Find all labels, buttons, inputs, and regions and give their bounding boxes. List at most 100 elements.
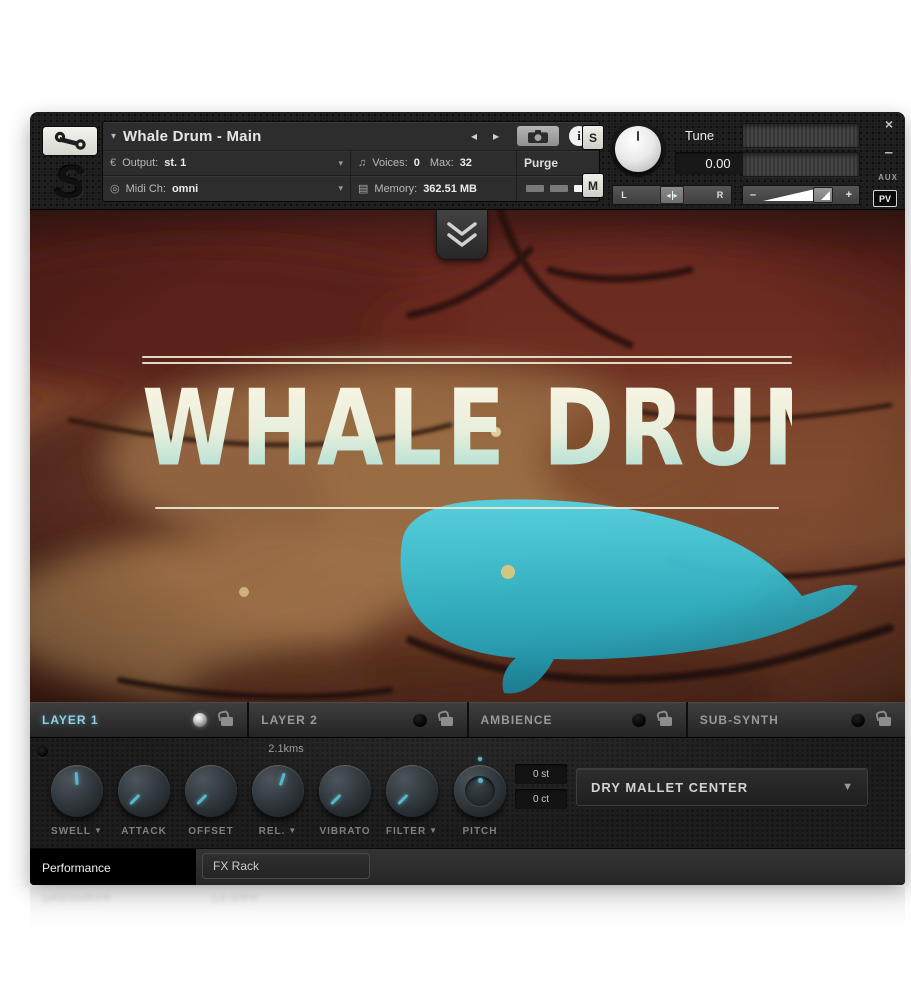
wrench-icon	[53, 131, 87, 151]
performance-controls-panel: 2.1kms	[30, 737, 905, 848]
midi-channel-select[interactable]: ◎ Midi Ch: omni ▾	[103, 176, 351, 201]
title-rule-bottom	[155, 507, 779, 509]
output-select[interactable]: € Output: st. 1 ▾	[103, 151, 351, 175]
tab-ambience[interactable]: AMBIENCE	[469, 702, 686, 737]
midi-caret-icon[interactable]: ▾	[338, 183, 343, 194]
solo-button[interactable]: S	[582, 125, 604, 150]
tab-sub-synth-led[interactable]	[851, 713, 865, 727]
volume-slider[interactable]: – +	[742, 185, 860, 205]
midi-icon: ◎	[110, 182, 120, 195]
kontakt-instrument-window: S ▾ Whale Drum - Main ◂ ▸ i	[30, 112, 905, 885]
artwork-title: WHALE DRUM	[142, 372, 792, 487]
pan-right-label: R	[709, 190, 731, 200]
filter-arrow-icon[interactable]: ▼	[429, 826, 438, 837]
tab-ambience-lock-icon[interactable]	[660, 717, 672, 726]
title-rule-top-2	[142, 362, 792, 364]
instrument-menu-caret-icon[interactable]: ▾	[111, 131, 116, 142]
pan-slider[interactable]: L ◂ ▸ R	[612, 185, 732, 205]
collapse-header-button[interactable]	[436, 210, 488, 260]
output-value: st. 1	[164, 157, 186, 169]
pan-left-arrow-icon: ◂	[666, 191, 670, 200]
max-value: 32	[460, 157, 472, 169]
tab-sub-synth[interactable]: SUB-SYNTH	[688, 702, 905, 737]
next-instrument-icon[interactable]: ▸	[493, 129, 499, 143]
tune-knob-recess	[610, 121, 666, 177]
tab-layer-1-led[interactable]	[193, 713, 207, 727]
level-meter-right	[742, 152, 860, 177]
tab-ambience-led[interactable]	[632, 713, 646, 727]
instrument-title: Whale Drum - Main	[123, 128, 261, 145]
volume-minus[interactable]: –	[750, 186, 756, 204]
memory-readout: ▤ Memory: 362.51 MB	[351, 176, 517, 201]
artwork-title-block: WHALE DRUM	[142, 356, 792, 509]
voices-label: Voices:	[372, 157, 407, 169]
release-readout: 2.1kms	[244, 743, 328, 755]
memory-value: 362.51 MB	[423, 183, 477, 195]
close-icon[interactable]: ×	[885, 116, 893, 132]
minimize-icon[interactable]: –	[885, 144, 893, 161]
info-row-2: € Output: st. 1 ▾ ♫ Voices: 0 Max: 32 Pu…	[103, 151, 599, 176]
volume-handle[interactable]	[813, 187, 833, 203]
volume-plus[interactable]: +	[846, 186, 852, 204]
tab-layer-2-lock-icon[interactable]	[441, 717, 453, 726]
aux-button[interactable]: aux	[878, 173, 898, 182]
tab-sub-synth-lock-icon[interactable]	[879, 717, 891, 726]
footer-tab-bar: Performance FX Rack	[30, 848, 905, 885]
tab-layer-2-label: LAYER 2	[261, 713, 318, 727]
double-chevron-down-icon	[445, 220, 479, 250]
pitch-cents-field[interactable]: 0 ct	[515, 789, 567, 809]
voices-value: 0	[414, 157, 420, 169]
tab-layer-1-label: LAYER 1	[42, 713, 99, 727]
memory-icon: ▤	[358, 182, 368, 195]
edit-wrench-button[interactable]	[42, 126, 98, 156]
tab-layer-2[interactable]: LAYER 2	[249, 702, 466, 737]
tab-layer-1-lock-icon[interactable]	[221, 717, 233, 726]
tab-fx-rack[interactable]: FX Rack	[202, 853, 370, 879]
layer-tab-bar: LAYER 1 LAYER 2 AMBIENCE SUB-SYNTH	[30, 702, 905, 737]
filter-knob[interactable]	[386, 765, 438, 817]
tune-label: Tune	[685, 128, 714, 143]
instrument-header: S ▾ Whale Drum - Main ◂ ▸ i	[30, 112, 905, 210]
articulation-dropdown[interactable]: DRY MALLET CENTER ▼	[576, 768, 868, 806]
offset-knob[interactable]	[185, 765, 237, 817]
voices-icon: ♫	[358, 157, 366, 169]
pitch-knob[interactable]	[454, 765, 506, 817]
swell-knob[interactable]	[51, 765, 103, 817]
midi-value: omni	[172, 183, 198, 195]
page: S ▾ Whale Drum - Main ◂ ▸ i	[0, 0, 911, 1002]
instrument-title-row: ▾ Whale Drum - Main ◂ ▸ i	[103, 122, 599, 151]
pitch-semitones-field[interactable]: 0 st	[515, 764, 567, 784]
release-knob[interactable]	[252, 765, 304, 817]
pitch-knob-dot	[478, 778, 483, 783]
prev-instrument-icon[interactable]: ◂	[471, 129, 477, 143]
pv-button[interactable]: PV	[873, 190, 897, 207]
snapshot-camera-button[interactable]	[517, 126, 559, 146]
pan-center-line	[672, 191, 673, 200]
tab-sub-synth-label: SUB-SYNTH	[700, 713, 779, 727]
midi-label: Midi Ch:	[126, 183, 166, 195]
tab-layer-2-led[interactable]	[413, 713, 427, 727]
release-arrow-icon[interactable]: ▼	[288, 826, 297, 837]
pan-left-label: L	[613, 190, 635, 200]
volume-wedge	[763, 189, 815, 201]
window-reflection: Performance FX Rack	[30, 887, 905, 947]
camera-icon	[528, 130, 548, 143]
tune-knob[interactable]	[615, 126, 661, 172]
tab-performance[interactable]: Performance	[30, 849, 196, 885]
articulation-caret-icon[interactable]: ▼	[842, 781, 853, 793]
articulation-value: DRY MALLET CENTER	[591, 780, 842, 795]
tab-layer-1[interactable]: LAYER 1	[30, 702, 247, 737]
attack-knob[interactable]	[118, 765, 170, 817]
title-rule-top-1	[142, 356, 792, 358]
pan-handle[interactable]: ◂ ▸	[660, 186, 684, 204]
panel-led	[37, 746, 48, 757]
vibrato-knob[interactable]	[319, 765, 371, 817]
pitch-label: PITCH	[438, 826, 522, 837]
purge-menu[interactable]: Purge	[517, 151, 599, 175]
mute-button[interactable]: M	[582, 173, 604, 198]
level-meters	[742, 123, 860, 181]
pan-right-arrow-icon: ▸	[674, 191, 678, 200]
output-caret-icon[interactable]: ▾	[338, 158, 343, 169]
tune-knob-tick	[637, 131, 639, 141]
level-meter-left	[742, 123, 860, 148]
